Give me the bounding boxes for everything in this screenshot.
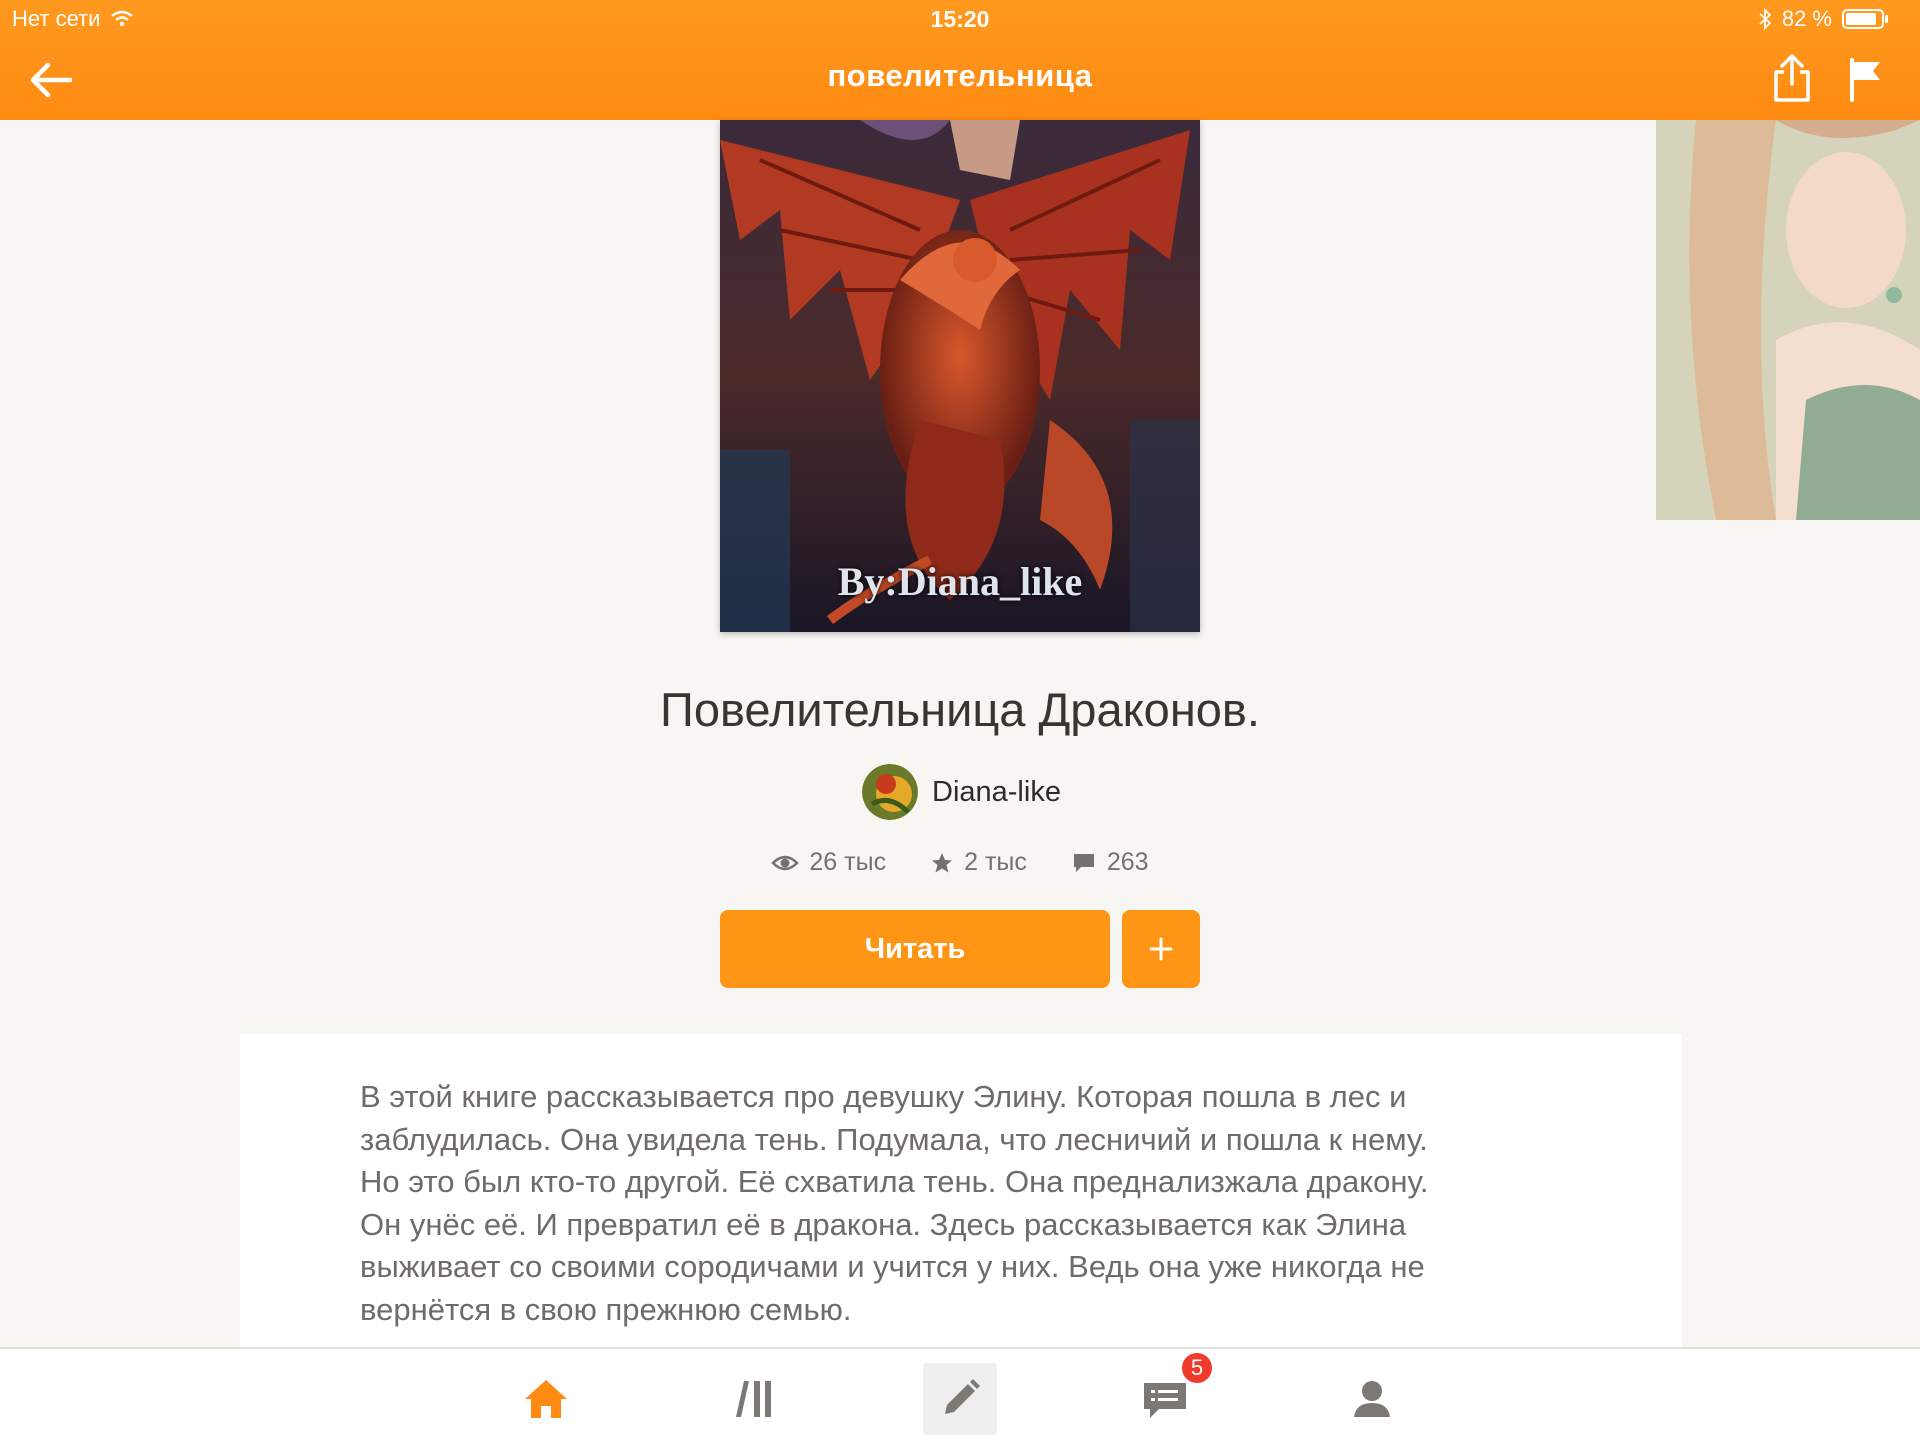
battery-icon	[1842, 9, 1888, 29]
author-avatar[interactable]	[862, 764, 918, 820]
tab-library[interactable]	[717, 1363, 791, 1435]
cover-illustration	[720, 120, 1200, 632]
top-bar: Нет сети 15:20 82 % повелительница	[0, 0, 1920, 120]
comments-stat: 263	[1071, 848, 1149, 877]
next-cover-illustration	[1656, 120, 1920, 520]
description-card: В этой книге рассказывается про девушку …	[240, 1034, 1682, 1354]
comments-count: 263	[1106, 848, 1149, 876]
star-icon	[932, 852, 953, 872]
cover-author-text: By:Diana_like	[837, 559, 1083, 604]
book-stats: 26 тыс 2 тыс 263	[0, 848, 1920, 877]
home-icon	[525, 1380, 567, 1418]
tab-write[interactable]	[923, 1363, 997, 1435]
plus-icon	[1149, 937, 1173, 961]
pencil-icon	[945, 1379, 980, 1414]
description-text: В этой книге рассказывается про девушку …	[360, 1079, 1429, 1327]
comment-icon	[1073, 853, 1094, 872]
bluetooth-icon	[1759, 8, 1772, 30]
nav-title: повелительница	[827, 58, 1093, 93]
messages-icon	[1144, 1383, 1186, 1418]
read-button[interactable]: Читать	[720, 910, 1110, 988]
tab-messages[interactable]: 5	[1128, 1351, 1214, 1435]
battery-percent: 82 %	[1781, 6, 1832, 31]
views-stat: 26 тыс	[771, 848, 886, 877]
tab-profile[interactable]	[1335, 1363, 1409, 1435]
votes-stat: 2 тыс	[930, 848, 1027, 877]
status-battery: 82 %	[1758, 6, 1890, 32]
book-title: Повелительница Драконов.	[660, 683, 1260, 736]
votes-count: 2 тыс	[964, 848, 1027, 876]
tab-home[interactable]	[509, 1363, 583, 1435]
profile-icon	[1354, 1381, 1390, 1417]
tab-bar: 5	[0, 1347, 1920, 1442]
add-to-library-button[interactable]	[1122, 910, 1200, 988]
status-time: 15:20	[930, 6, 990, 32]
views-count: 26 тыс	[809, 848, 887, 876]
eye-icon	[771, 855, 800, 870]
next-book-cover[interactable]	[1656, 120, 1920, 520]
author-name[interactable]: Diana-like	[932, 776, 1061, 809]
messages-badge: 5	[1180, 1351, 1214, 1385]
flag-icon[interactable]	[1846, 56, 1886, 102]
share-icon[interactable]	[1770, 52, 1814, 104]
book-cover[interactable]: By:Diana_like	[720, 120, 1200, 632]
author-link[interactable]: Diana-like	[862, 762, 1061, 822]
library-icon	[736, 1381, 771, 1417]
